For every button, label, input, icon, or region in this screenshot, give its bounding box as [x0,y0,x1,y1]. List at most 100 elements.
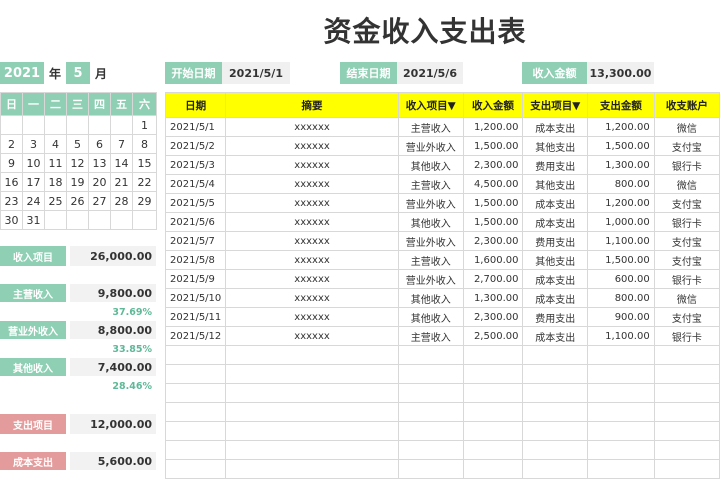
cell-date[interactable]: 2021/5/4 [164,174,227,194]
cell-expense-item[interactable]: 费用支出 [522,155,589,175]
cell-income-amount[interactable]: 2,300.00 [462,155,524,175]
calendar-day[interactable]: 16 [0,172,23,192]
calendar-day[interactable]: 17 [22,172,45,192]
cell-summary[interactable]: xxxxxx [225,288,399,308]
empty-cell[interactable] [653,440,720,460]
cell-income-amount[interactable]: 4,500.00 [462,174,524,194]
empty-cell[interactable] [587,383,655,403]
calendar-day[interactable]: 9 [0,153,23,173]
empty-cell[interactable] [522,402,589,422]
empty-cell[interactable] [653,383,720,403]
cell-expense-amount[interactable]: 900.00 [587,307,655,327]
cell-income-amount[interactable]: 2,700.00 [462,269,524,289]
cell-expense-amount[interactable]: 1,300.00 [587,155,655,175]
empty-cell[interactable] [653,459,720,479]
cell-date[interactable]: 2021/5/11 [164,307,227,327]
empty-cell[interactable] [225,421,399,441]
calendar-day[interactable]: 1 [132,115,157,135]
cell-income-item[interactable]: 其他收入 [397,212,464,232]
cell-expense-amount[interactable]: 600.00 [587,269,655,289]
calendar-day[interactable]: 6 [88,134,111,154]
cell-income-amount[interactable]: 1,500.00 [462,136,524,156]
cell-expense-item[interactable]: 其他支出 [522,250,589,270]
cell-summary[interactable]: xxxxxx [225,269,399,289]
empty-cell[interactable] [462,440,524,460]
cell-date[interactable]: 2021/5/6 [164,212,227,232]
empty-cell[interactable] [225,402,399,422]
calendar-day[interactable]: 25 [44,191,67,211]
cell-expense-amount[interactable]: 1,200.00 [587,193,655,213]
cell-summary[interactable]: xxxxxx [225,136,399,156]
cell-summary[interactable]: xxxxxx [225,193,399,213]
column-header-expense-item[interactable]: 支出项目▼ [522,92,589,118]
empty-cell[interactable] [522,364,589,384]
empty-cell[interactable] [462,402,524,422]
cell-income-item[interactable]: 营业外收入 [397,193,464,213]
cell-expense-item[interactable]: 费用支出 [522,307,589,327]
calendar-day[interactable]: 3 [22,134,45,154]
empty-cell[interactable] [397,459,464,479]
cell-expense-item[interactable]: 成本支出 [522,326,589,346]
empty-cell[interactable] [462,383,524,403]
cell-account[interactable]: 银行卡 [653,326,720,346]
cell-income-item[interactable]: 其他收入 [397,307,464,327]
empty-cell[interactable] [462,421,524,441]
empty-cell[interactable] [653,421,720,441]
calendar-day[interactable]: 28 [110,191,133,211]
calendar-day[interactable]: 2 [0,134,23,154]
cell-income-amount[interactable]: 1,200.00 [462,117,524,137]
month-cell[interactable]: 5 [66,62,90,84]
empty-cell[interactable] [587,459,655,479]
cell-expense-amount[interactable]: 1,000.00 [587,212,655,232]
end-date-cell[interactable]: 2021/5/6 [397,62,463,84]
cell-summary[interactable]: xxxxxx [225,174,399,194]
cell-date[interactable]: 2021/5/8 [164,250,227,270]
empty-cell[interactable] [164,383,227,403]
calendar-day[interactable]: 5 [66,134,89,154]
empty-cell[interactable] [522,345,589,365]
cell-income-item[interactable]: 主营收入 [397,250,464,270]
empty-cell[interactable] [164,402,227,422]
cell-account[interactable]: 银行卡 [653,212,720,232]
empty-cell[interactable] [225,345,399,365]
calendar-day[interactable]: 24 [22,191,45,211]
empty-cell[interactable] [397,421,464,441]
calendar-day[interactable]: 30 [0,210,23,230]
cell-income-amount[interactable]: 1,500.00 [462,212,524,232]
calendar-day[interactable]: 13 [88,153,111,173]
empty-cell[interactable] [653,402,720,422]
cell-date[interactable]: 2021/5/10 [164,288,227,308]
calendar-day[interactable]: 29 [132,191,157,211]
cell-expense-item[interactable]: 成本支出 [522,212,589,232]
empty-cell[interactable] [587,364,655,384]
cell-account[interactable]: 微信 [653,117,720,137]
empty-cell[interactable] [522,440,589,460]
calendar-day[interactable]: 4 [44,134,67,154]
cell-income-amount[interactable]: 1,600.00 [462,250,524,270]
cell-income-item[interactable]: 主营收入 [397,326,464,346]
cell-account[interactable]: 支付宝 [653,136,720,156]
cell-summary[interactable]: xxxxxx [225,117,399,137]
calendar-day[interactable]: 19 [66,172,89,192]
cell-summary[interactable]: xxxxxx [225,307,399,327]
empty-cell[interactable] [587,421,655,441]
cell-account[interactable]: 支付宝 [653,193,720,213]
cell-summary[interactable]: xxxxxx [225,231,399,251]
empty-cell[interactable] [522,421,589,441]
empty-cell[interactable] [397,345,464,365]
calendar-day[interactable]: 7 [110,134,133,154]
cell-expense-amount[interactable]: 800.00 [587,288,655,308]
cell-income-item[interactable]: 其他收入 [397,288,464,308]
cell-income-amount[interactable]: 2,300.00 [462,307,524,327]
cell-income-amount[interactable]: 2,500.00 [462,326,524,346]
empty-cell[interactable] [164,459,227,479]
cell-expense-amount[interactable]: 1,100.00 [587,231,655,251]
empty-cell[interactable] [164,440,227,460]
cell-expense-amount[interactable]: 800.00 [587,174,655,194]
empty-cell[interactable] [164,364,227,384]
empty-cell[interactable] [225,364,399,384]
empty-cell[interactable] [225,383,399,403]
empty-cell[interactable] [164,345,227,365]
calendar-day[interactable]: 8 [132,134,157,154]
calendar-day[interactable]: 20 [88,172,111,192]
